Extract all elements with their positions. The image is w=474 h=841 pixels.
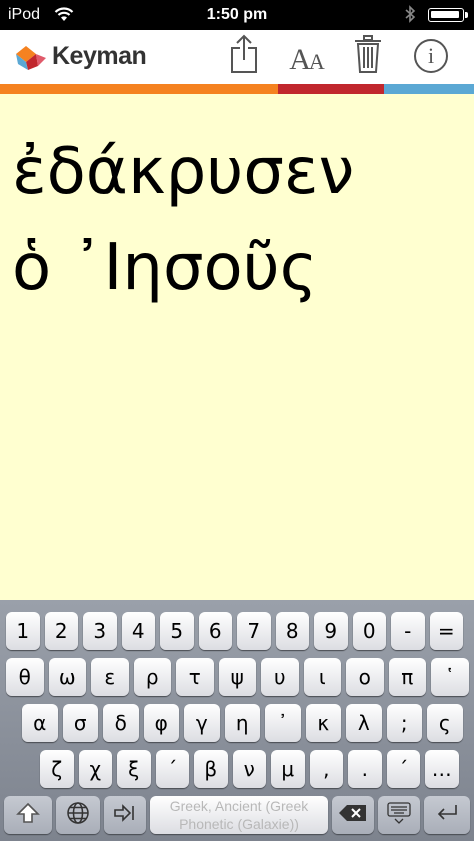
key-row1-9[interactable]: 0 [352,612,386,650]
globe-key[interactable] [56,796,100,834]
key-row3-8[interactable]: λ [346,704,382,742]
key-row4-4[interactable]: β [194,750,228,788]
app-title: Keyman [52,42,147,70]
key-row2-2[interactable]: ε [91,658,129,696]
key-row2-9[interactable]: π [388,658,426,696]
tab-icon [113,803,137,828]
key-row2-10[interactable]: ῾ [431,658,469,696]
key-row3-6[interactable]: ᾿ [265,704,301,742]
brand-bar-orange [0,84,278,94]
key-row2-7[interactable]: ι [303,658,341,696]
enter-icon [434,803,460,828]
key-row1-2[interactable]: 3 [83,612,117,650]
text-editor[interactable]: ἐδάκρυσεν ὁ ᾿Ιησοῦς [0,94,474,600]
key-row3-4[interactable]: γ [184,704,220,742]
key-row2-5[interactable]: ψ [218,658,256,696]
share-button[interactable] [224,34,264,79]
shift-icon [16,802,40,829]
nav-bar: Keyman AA i [0,30,474,84]
bluetooth-icon [404,5,416,28]
key-row3-5[interactable]: η [224,704,260,742]
key-row4-3[interactable]: ΄ [155,750,189,788]
info-button[interactable]: i [411,36,451,76]
key-row1-11[interactable]: = [429,612,463,650]
key-row3-10[interactable]: ς [427,704,463,742]
keyboard: 1 2 3 4 5 6 7 8 9 0- = θ ω ε ρ τ ψ υ ι ο π ῾ α σ δ φ γ η ᾿ κ λ; ς ζχξ… [0,600,474,841]
key-row3-7[interactable]: κ [305,704,341,742]
key-row1-4[interactable]: 5 [160,612,194,650]
font-size-button[interactable]: AA [286,40,326,80]
key-row1-5[interactable]: 6 [198,612,232,650]
info-icon: i [414,39,448,73]
key-row1-6[interactable]: 7 [237,612,271,650]
clear-text-button[interactable] [348,34,388,79]
brand-bar-red [278,84,384,94]
clock: 1:50 pm [206,6,268,23]
key-row1-0[interactable]: 1 [6,612,40,650]
status-bar: iPod 1:50 pm [0,0,474,30]
key-row2-8[interactable]: ο [346,658,384,696]
keyman-logo-icon [14,44,48,77]
key-row3-9[interactable]: ; [386,704,422,742]
key-row1-7[interactable]: 8 [275,612,309,650]
shift-key[interactable] [4,796,52,834]
key-row4-5[interactable]: ν [232,750,266,788]
backspace-key[interactable] [332,796,374,834]
hide-keyboard-key[interactable] [378,796,420,834]
key-row4-7[interactable]: , [309,750,343,788]
share-icon [227,34,261,79]
key-row4-8[interactable]: . [348,750,382,788]
key-row2-4[interactable]: τ [176,658,214,696]
hide-keyboard-icon [386,801,412,830]
tab-key[interactable] [104,796,146,834]
key-row1-10[interactable]: - [391,612,425,650]
key-row4-9[interactable]: ΄ [386,750,420,788]
key-row1-3[interactable]: 4 [121,612,155,650]
key-row1-8[interactable]: 9 [314,612,348,650]
key-row3-0[interactable]: α [22,704,58,742]
key-row4-0[interactable]: ζ [40,750,74,788]
globe-icon [66,801,90,830]
key-row2-6[interactable]: υ [261,658,299,696]
space-bar-label: Greek, Ancient (Greek Phonetic (Galaxie)… [169,798,309,832]
backspace-icon [338,803,368,828]
key-row4-1[interactable]: χ [78,750,112,788]
key-row3-3[interactable]: φ [143,704,179,742]
key-row4-2[interactable]: ξ [117,750,151,788]
enter-key[interactable] [424,796,470,834]
font-size-icon: AA [289,43,325,76]
trash-icon [352,34,384,79]
key-row2-3[interactable]: ρ [133,658,171,696]
battery-icon [428,8,464,22]
key-row2-0[interactable]: θ [6,658,44,696]
key-row2-1[interactable]: ω [48,658,86,696]
key-row1-1[interactable]: 2 [44,612,78,650]
editor-text[interactable]: ἐδάκρυσεν ὁ ᾿Ιησοῦς [12,124,468,316]
key-row3-1[interactable]: σ [62,704,98,742]
key-row4-6[interactable]: μ [271,750,305,788]
key-row3-2[interactable]: δ [103,704,139,742]
key-row4-10[interactable]: … [425,750,459,788]
space-bar[interactable]: Greek, Ancient (Greek Phonetic (Galaxie)… [150,796,328,834]
brand-bar-blue [384,84,474,94]
